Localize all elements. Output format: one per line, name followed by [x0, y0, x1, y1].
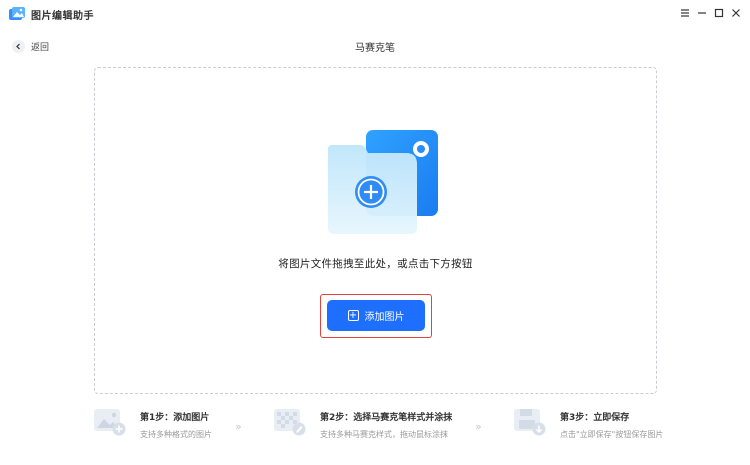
minimize-icon: [698, 12, 706, 14]
steps-guide: 第1步：添加图片 支持多种格式的图片 » 第2步：选择马赛克笔样式并涂抹 支持多…: [92, 405, 663, 451]
mosaic-brush-icon: [274, 409, 306, 436]
add-image-folder-icon: [328, 130, 438, 234]
step-3-title: 第3步：立即保存: [560, 413, 630, 423]
save-picture-icon: [514, 409, 546, 436]
step-1-desc: 支持多种格式的图片: [140, 430, 212, 439]
add-picture-icon: [94, 409, 126, 436]
maximize-button[interactable]: [711, 5, 727, 21]
step-3: 第3步：立即保存 点击"立即保存"按钮保存图片: [512, 405, 663, 451]
step-3-desc: 点击"立即保存"按钮保存图片: [560, 430, 664, 439]
add-image-label: 添加图片: [364, 312, 405, 323]
step-2: 第2步：选择马赛克笔样式并涂抹 支持多种马赛克样式，拖动鼠标涂抹: [272, 405, 452, 451]
chevron-double-right-icon: »: [475, 420, 482, 433]
app-logo-icon: [9, 7, 25, 20]
step-1-title: 第1步：添加图片: [140, 413, 210, 423]
drop-hint-text: 将图片文件拖拽至此处，或点击下方按钮: [278, 258, 473, 270]
step-2-desc: 支持多种马赛克样式，拖动鼠标涂抹: [320, 430, 448, 439]
close-icon: [732, 9, 740, 17]
step-2-title: 第2步：选择马赛克笔样式并涂抹: [320, 413, 453, 423]
add-image-button[interactable]: + 添加图片: [327, 300, 425, 331]
minimize-button[interactable]: [694, 5, 710, 21]
page-title: 马赛克笔: [355, 43, 395, 54]
title-bar: 图片编辑助手: [0, 0, 750, 28]
menu-button[interactable]: [677, 5, 693, 21]
image-drop-zone[interactable]: 将图片文件拖拽至此处，或点击下方按钮 + 添加图片: [94, 67, 657, 394]
add-icon: +: [347, 309, 359, 321]
chevron-double-right-icon: »: [235, 420, 242, 433]
maximize-icon: [714, 8, 724, 18]
close-button[interactable]: [728, 5, 744, 21]
step-1: 第1步：添加图片 支持多种格式的图片: [92, 405, 212, 451]
menu-icon: [681, 9, 689, 17]
app-title: 图片编辑助手: [31, 11, 94, 22]
